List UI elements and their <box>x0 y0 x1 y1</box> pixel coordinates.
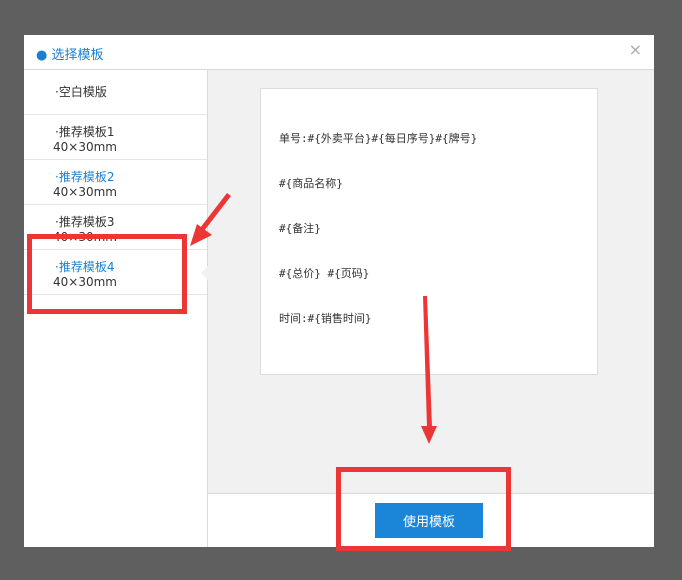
annotation-arrows <box>190 193 437 444</box>
arrow-to-template4 <box>190 193 231 246</box>
arrow-to-use-button <box>421 296 437 444</box>
